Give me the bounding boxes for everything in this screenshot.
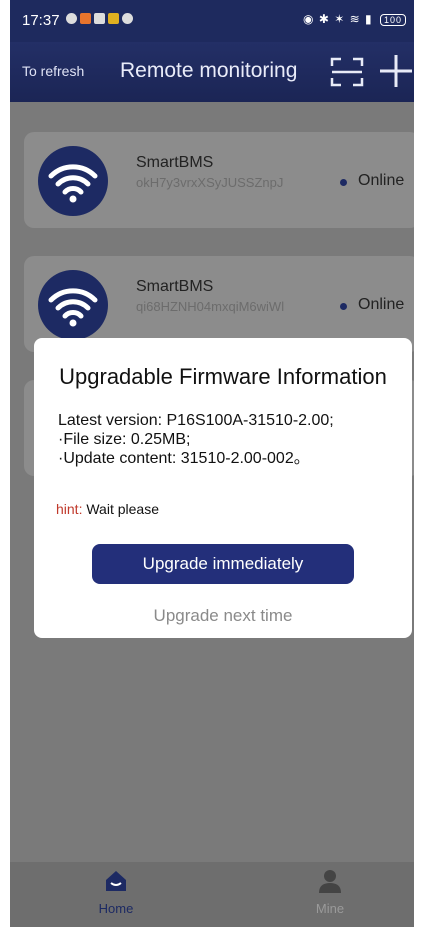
- notification-icon: [108, 13, 119, 24]
- status-time: 17:37: [22, 12, 60, 29]
- device-card[interactable]: SmartBMS okH7y3vrxXSyJUSSZnpJ Online: [24, 132, 414, 228]
- status-bar: 17:37 ◉ ✱ ✶ ≋ ▮ 100: [10, 0, 414, 42]
- file-size: ·File size: 0.25MB;: [58, 431, 191, 448]
- page-title: Remote monitoring: [120, 59, 298, 82]
- nav-label: Home: [98, 901, 134, 916]
- device-name: SmartBMS: [136, 154, 214, 171]
- upgrade-next-time-button[interactable]: Upgrade next time: [34, 606, 412, 626]
- chat-icon: [122, 13, 133, 24]
- person-icon: [319, 870, 341, 893]
- hint-label: hint:: [56, 501, 83, 517]
- wifi-icon: [38, 146, 108, 216]
- update-content: ·Update content: 31510-2.00-002。: [58, 450, 310, 467]
- status-dot-icon: [340, 303, 347, 310]
- plus-icon[interactable]: [378, 53, 414, 89]
- device-id: qi68HZNH04mxqiM6wiWl: [136, 299, 285, 314]
- system-icons: ◉ ✱ ✶ ≋ ▮ 100: [303, 12, 406, 26]
- home-icon: [106, 871, 126, 891]
- dialog-title: Upgradable Firmware Information: [59, 364, 387, 389]
- battery-icon: 100: [379, 14, 406, 26]
- hint-row: hint: Wait please: [56, 501, 159, 517]
- firmware-dialog: Upgradable Firmware Information Latest v…: [34, 338, 412, 638]
- device-name: SmartBMS: [136, 278, 214, 295]
- notification-icon: [94, 13, 105, 24]
- notification-icon: [80, 13, 91, 24]
- scan-icon[interactable]: [330, 55, 364, 89]
- device-status: Online: [358, 296, 405, 313]
- notification-icons: [66, 13, 133, 24]
- refresh-button[interactable]: To refresh: [22, 63, 84, 79]
- bottom-nav: Home Mine: [10, 862, 414, 927]
- nav-mine[interactable]: Mine: [280, 868, 380, 916]
- status-dot-icon: [340, 179, 347, 186]
- firmware-info: Latest version: P16S100A-31510-2.00; ·Fi…: [58, 411, 334, 468]
- nav-home[interactable]: Home: [66, 868, 166, 916]
- hint-text: Wait please: [86, 501, 159, 517]
- latest-version: Latest version: P16S100A-31510-2.00;: [58, 412, 334, 429]
- app-header: To refresh Remote monitoring: [10, 42, 414, 102]
- notification-icon: [66, 13, 77, 24]
- wifi-icon: [38, 270, 108, 340]
- device-id: okH7y3vrxXSyJUSSZnpJ: [136, 175, 284, 190]
- device-status: Online: [358, 172, 405, 189]
- nav-label: Mine: [315, 901, 345, 916]
- upgrade-immediately-button[interactable]: Upgrade immediately: [92, 544, 354, 584]
